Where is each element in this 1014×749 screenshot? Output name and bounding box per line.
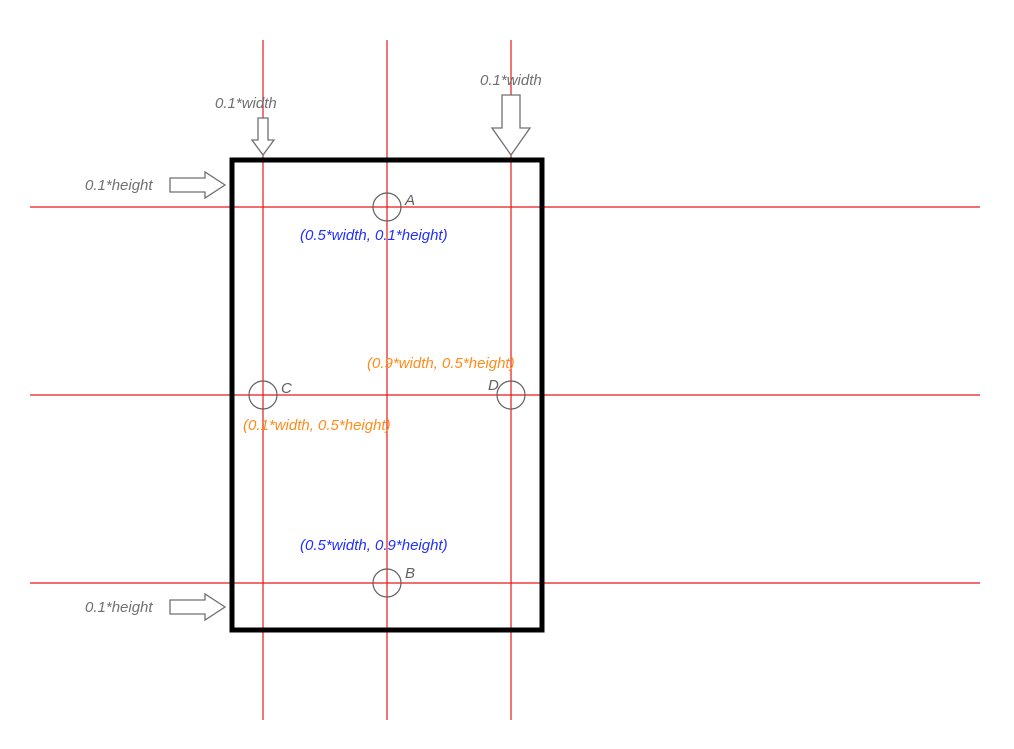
point-b-coord: (0.5*width, 0.9*height): [300, 537, 448, 554]
point-a-label: A: [404, 192, 415, 209]
point-c-coord: (0.1*width, 0.5*height): [243, 417, 391, 434]
dim-label-top-left: 0.1*width: [215, 95, 277, 112]
dim-arrow-top-right: [492, 95, 530, 155]
dim-arrow-left-top: [170, 172, 225, 198]
dim-arrow-top-left: [252, 118, 274, 155]
dim-label-top-right: 0.1*width: [480, 72, 542, 89]
dim-label-left-top: 0.1*height: [85, 177, 153, 194]
point-d-coord: (0.9*width, 0.5*height): [367, 355, 515, 372]
dim-arrow-left-bottom: [170, 594, 225, 620]
point-d-label: D: [488, 377, 499, 394]
point-b-label: B: [405, 565, 415, 582]
point-c-label: C: [281, 380, 292, 397]
point-a-coord: (0.5*width, 0.1*height): [300, 227, 448, 244]
dim-label-left-bottom: 0.1*height: [85, 599, 153, 616]
